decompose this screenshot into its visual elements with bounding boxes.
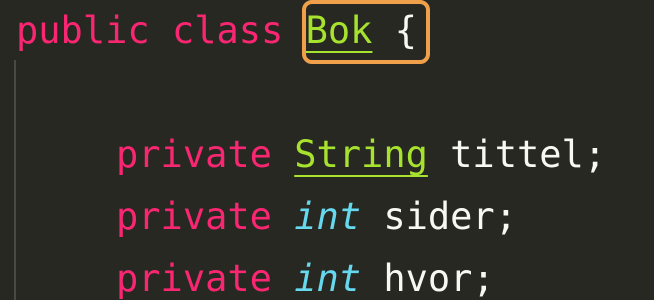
field-identifier: sider; — [383, 195, 517, 238]
code-editor[interactable]: public class Bok { private String tittel… — [0, 0, 654, 300]
code-line-field-tittel: private String tittel; — [116, 124, 606, 186]
indent-guide — [14, 60, 16, 300]
field-identifier: tittel; — [450, 133, 607, 176]
code-line-field-hvor: private int hvor; — [116, 248, 495, 300]
keyword-private: private — [116, 133, 272, 176]
field-identifier: hvor; — [383, 257, 495, 300]
keyword-public: public — [16, 9, 150, 52]
class-name-highlight-box — [302, 0, 430, 64]
keyword-private: private — [116, 257, 272, 300]
code-line-field-sider: private int sider; — [116, 186, 517, 248]
type-int: int — [294, 195, 362, 238]
keyword-class: class — [171, 9, 284, 52]
type-string: String — [294, 133, 428, 176]
keyword-private: private — [116, 195, 272, 238]
type-int: int — [294, 257, 362, 300]
